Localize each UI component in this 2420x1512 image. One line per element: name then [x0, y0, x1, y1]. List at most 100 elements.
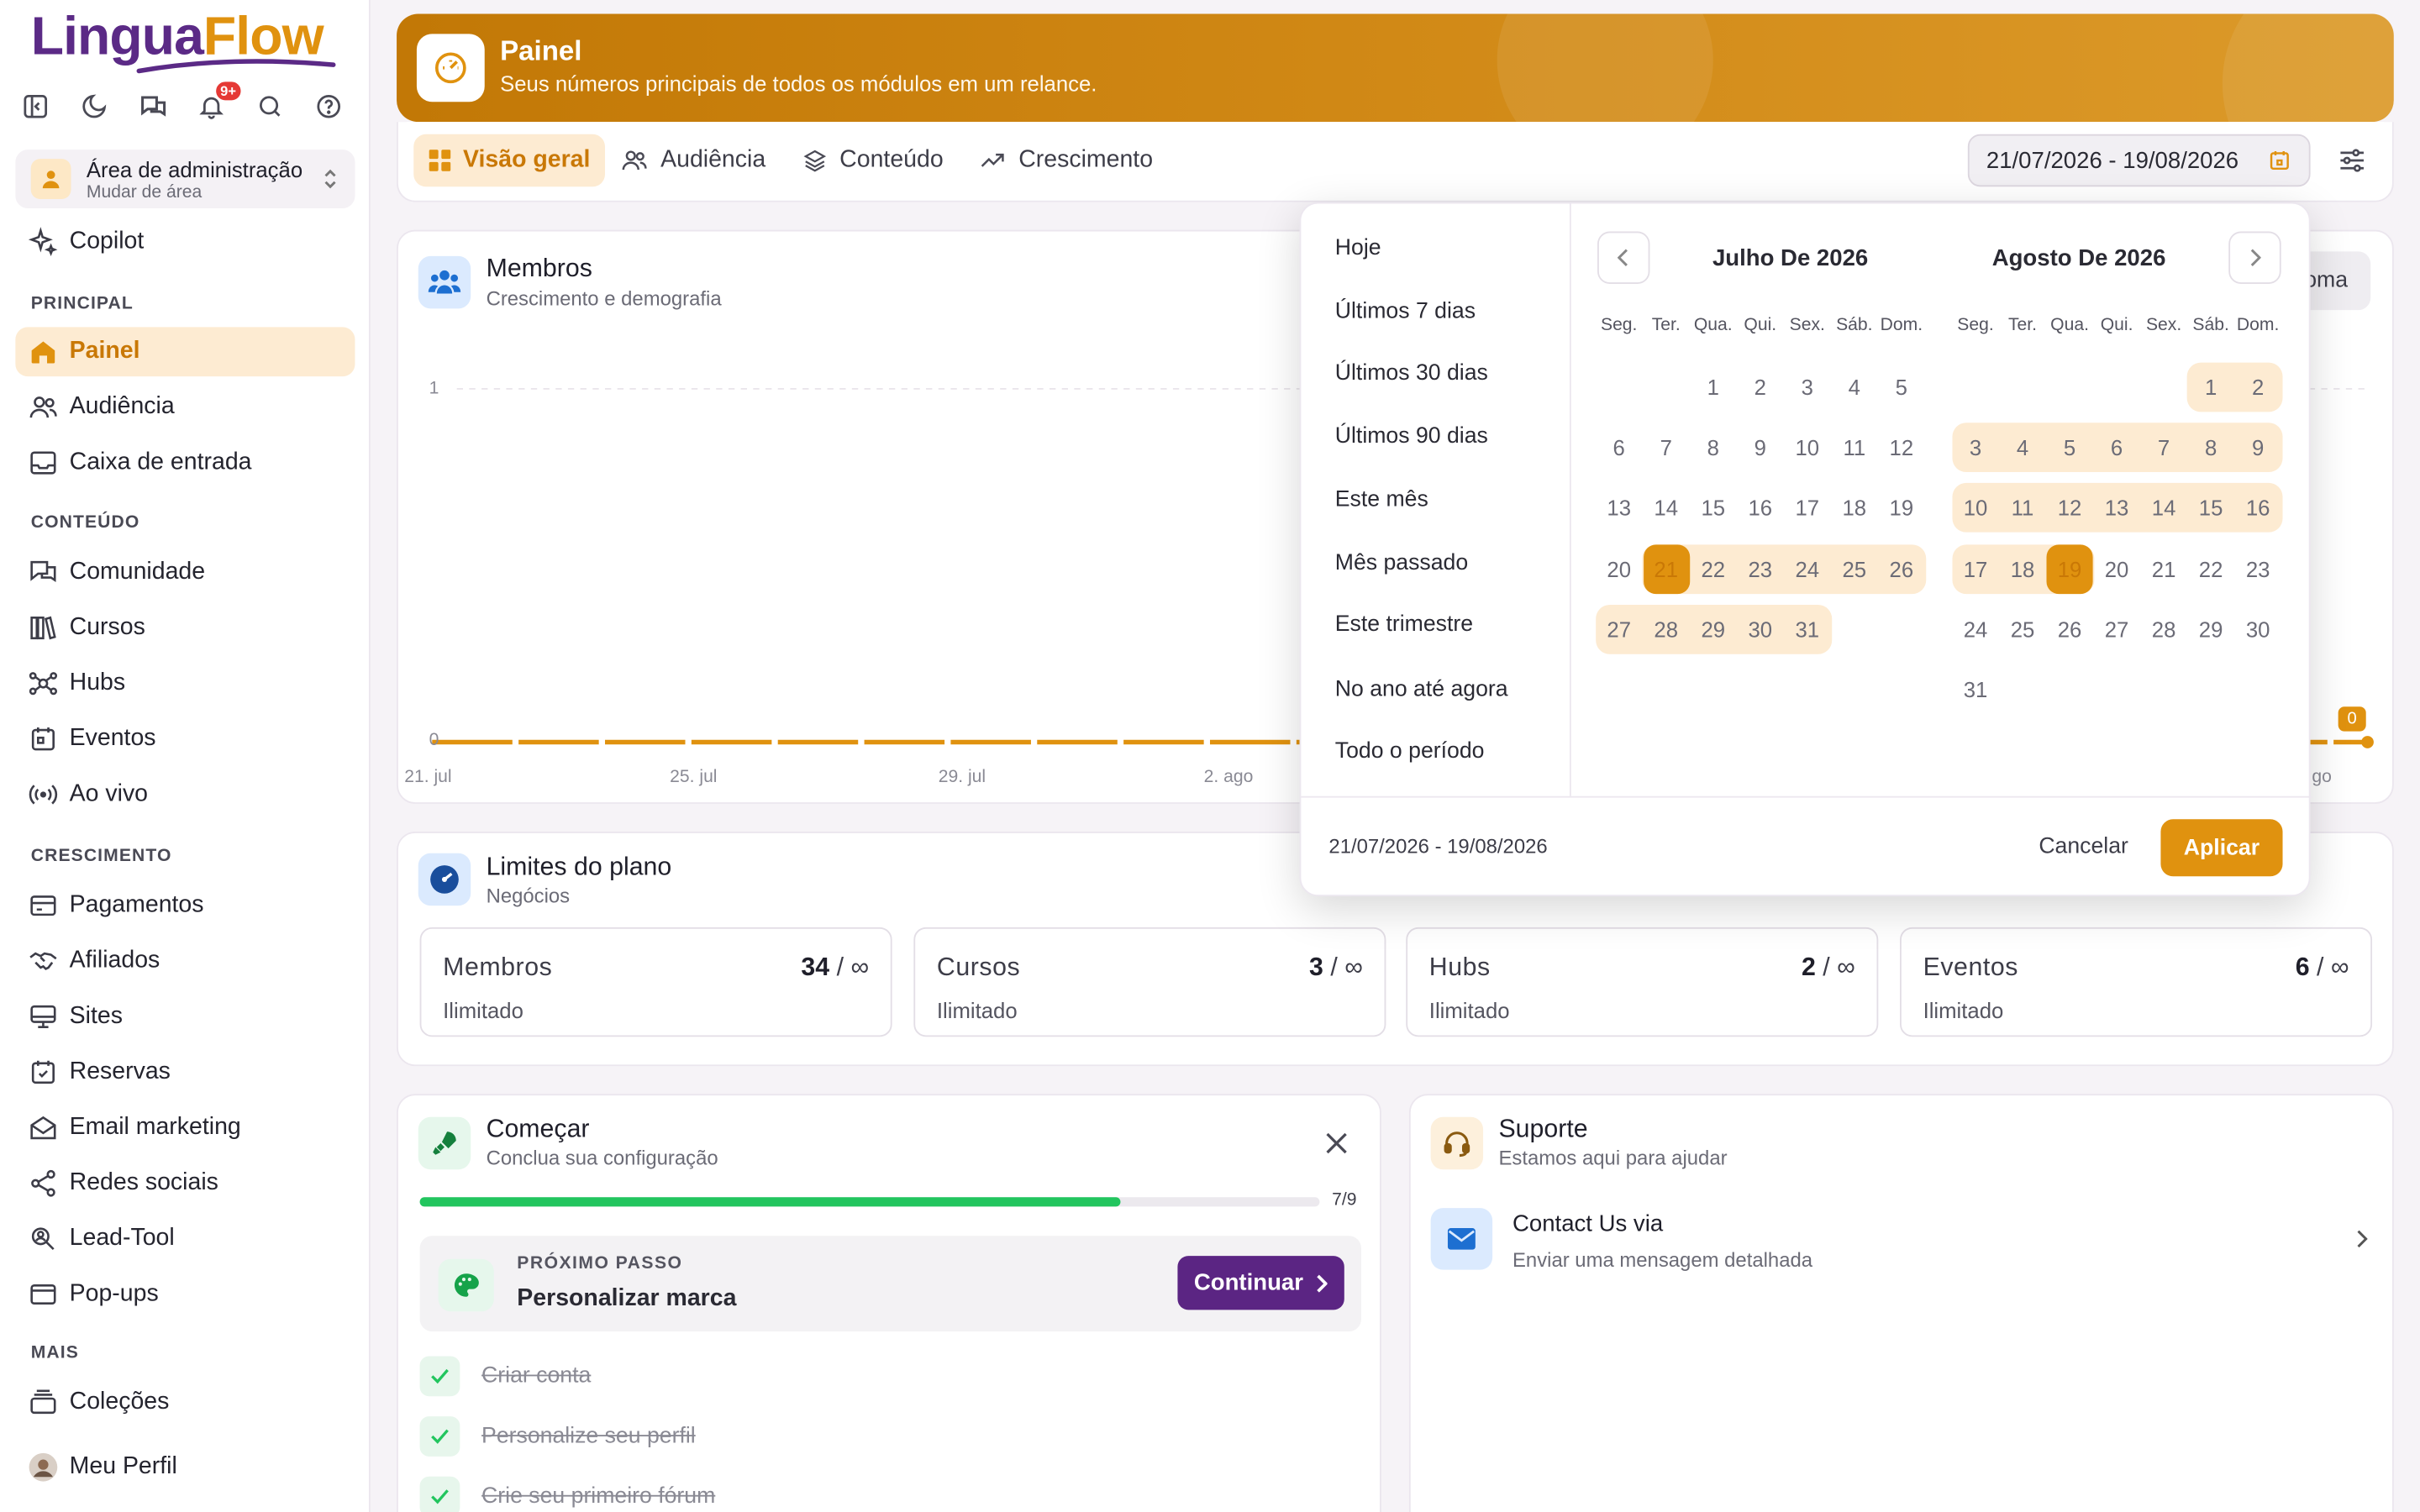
calendar-day[interactable]: 1 — [2188, 363, 2234, 412]
calendar-day[interactable]: 14 — [1643, 484, 1689, 533]
calendar-day[interactable]: 22 — [1690, 544, 1736, 594]
calendar-day[interactable]: 2 — [2235, 363, 2281, 412]
preset-30-dias[interactable]: Últimos 30 dias — [1335, 361, 1488, 386]
preset-mes-passado[interactable]: Mês passado — [1335, 551, 1468, 575]
calendar-day[interactable]: 3 — [1784, 363, 1830, 412]
sidebar-item-ao-vivo[interactable]: Ao vivo — [15, 770, 355, 820]
calendar-day[interactable]: 7 — [2141, 423, 2187, 473]
calendar-day[interactable]: 26 — [2047, 605, 2093, 654]
calendar-day[interactable]: 22 — [2188, 544, 2234, 594]
calendar-day[interactable]: 27 — [1596, 605, 1642, 654]
collapse-sidebar-icon[interactable] — [18, 90, 52, 123]
sidebar-item-eventos[interactable]: Eventos — [15, 714, 355, 764]
calendar-day[interactable]: 9 — [2235, 423, 2281, 473]
chat-icon[interactable] — [136, 90, 170, 123]
calendar-day[interactable]: 1 — [1690, 363, 1736, 412]
sidebar-item-reservas[interactable]: Reservas — [15, 1047, 355, 1097]
sidebar-item-lead-tool[interactable]: Lead-Tool — [15, 1215, 355, 1264]
filters-icon[interactable] — [2337, 145, 2368, 176]
search-icon[interactable] — [253, 90, 287, 123]
calendar-day[interactable]: 10 — [1784, 423, 1830, 473]
calendar-day[interactable]: 29 — [1690, 605, 1736, 654]
calendar-day[interactable]: 31 — [1784, 605, 1830, 654]
calendar-day[interactable]: 12 — [1878, 423, 1924, 473]
tab-visao-geral[interactable]: Visão geral — [413, 134, 606, 187]
cancel-button[interactable]: Cancelar — [2039, 835, 2128, 859]
checklist-item[interactable]: Personalize seu perfil — [419, 1416, 696, 1457]
checklist-item[interactable]: Crie seu primeiro fórum — [419, 1476, 715, 1512]
calendar-day[interactable]: 28 — [2141, 605, 2187, 654]
calendar-day[interactable]: 17 — [1952, 544, 1998, 594]
help-icon[interactable] — [312, 90, 345, 123]
calendar-day[interactable]: 31 — [1952, 665, 1998, 715]
calendar-day[interactable]: 15 — [2188, 484, 2234, 533]
calendar-day[interactable]: 25 — [1831, 544, 1877, 594]
calendar-day[interactable]: 26 — [1878, 544, 1924, 594]
apply-button[interactable]: Aplicar — [2160, 819, 2283, 877]
calendar-day[interactable]: 24 — [1784, 544, 1830, 594]
calendar-day[interactable]: 19 — [2046, 543, 2093, 594]
close-icon[interactable] — [1326, 1132, 1348, 1154]
calendar-day[interactable]: 23 — [1737, 544, 1783, 594]
preset-este-trimestre[interactable]: Este trimestre — [1335, 612, 1473, 637]
calendar-day[interactable]: 18 — [1831, 484, 1877, 533]
calendar-day[interactable]: 3 — [1952, 423, 1998, 473]
calendar-day[interactable]: 8 — [1690, 423, 1736, 473]
calendar-day[interactable]: 27 — [2094, 605, 2140, 654]
contact-us-row[interactable]: Contact Us via Enviar uma mensagem detal… — [1411, 1194, 2396, 1287]
tab-conteudo[interactable]: Conteúdo — [787, 134, 959, 186]
calendar-day[interactable]: 20 — [1596, 544, 1642, 594]
calendar-day[interactable]: 18 — [1999, 544, 2045, 594]
preset-90-dias[interactable]: Últimos 90 dias — [1335, 424, 1488, 449]
calendar-day[interactable]: 5 — [2047, 423, 2093, 473]
calendar-day[interactable]: 4 — [1831, 363, 1877, 412]
sidebar-item-email-marketing[interactable]: Email marketing — [15, 1103, 355, 1152]
area-switcher[interactable]: Área de administração Mudar de área — [15, 150, 355, 208]
preset-ano-ate-agora[interactable]: No ano até agora — [1335, 677, 1508, 701]
continue-button[interactable]: Continuar — [1177, 1256, 1344, 1310]
calendar-day[interactable]: 10 — [1952, 484, 1998, 533]
calendar-day[interactable]: 24 — [1952, 605, 1998, 654]
calendar-day[interactable]: 21 — [1643, 543, 1690, 594]
sidebar-item-afiliados[interactable]: Afiliados — [15, 937, 355, 986]
tab-crescimento[interactable]: Crescimento — [963, 134, 1168, 186]
calendar-day[interactable]: 29 — [2188, 605, 2234, 654]
calendar-day[interactable]: 6 — [2094, 423, 2140, 473]
sidebar-item-painel[interactable]: Painel — [15, 327, 355, 377]
calendar-day[interactable]: 7 — [1643, 423, 1689, 473]
calendar-day[interactable]: 2 — [1737, 363, 1783, 412]
sidebar-item-pagamentos[interactable]: Pagamentos — [15, 881, 355, 931]
sidebar-item-copilot[interactable]: Copilot — [15, 218, 355, 267]
notifications-icon[interactable]: 9+ — [194, 81, 241, 123]
checklist-item[interactable]: Criar conta — [419, 1356, 591, 1397]
calendar-day[interactable]: 12 — [2047, 484, 2093, 533]
calendar-day[interactable]: 25 — [1999, 605, 2045, 654]
calendar-day[interactable]: 30 — [2235, 605, 2281, 654]
sidebar-item-pop-ups[interactable]: Pop-ups — [15, 1270, 355, 1320]
date-range-button[interactable]: 21/07/2026 - 19/08/2026 — [1967, 134, 2311, 187]
sidebar-item-caixa-entrada[interactable]: Caixa de entrada — [15, 438, 355, 488]
calendar-day[interactable]: 20 — [2094, 544, 2140, 594]
calendar-day[interactable]: 21 — [2141, 544, 2187, 594]
calendar-day[interactable]: 4 — [1999, 423, 2045, 473]
calendar-day[interactable]: 28 — [1643, 605, 1689, 654]
calendar-day[interactable]: 14 — [2141, 484, 2187, 533]
preset-este-mes[interactable]: Este mês — [1335, 487, 1428, 512]
calendar-day[interactable]: 15 — [1690, 484, 1736, 533]
calendar-day[interactable]: 13 — [1596, 484, 1642, 533]
sidebar-item-colecoes[interactable]: Coleções — [15, 1378, 355, 1427]
sidebar-item-sites[interactable]: Sites — [15, 992, 355, 1042]
calendar-day[interactable]: 8 — [2188, 423, 2234, 473]
sidebar-item-cursos[interactable]: Cursos — [15, 603, 355, 653]
preset-todo-periodo[interactable]: Todo o período — [1335, 739, 1485, 764]
calendar-day[interactable]: 23 — [2235, 544, 2281, 594]
calendar-day[interactable]: 17 — [1784, 484, 1830, 533]
sidebar-item-meu-perfil[interactable]: Meu Perfil — [15, 1442, 355, 1492]
calendar-day[interactable]: 5 — [1878, 363, 1924, 412]
calendar-day[interactable]: 11 — [1831, 423, 1877, 473]
calendar-day[interactable]: 6 — [1596, 423, 1642, 473]
calendar-day[interactable]: 16 — [1737, 484, 1783, 533]
dark-mode-icon[interactable] — [77, 90, 111, 123]
sidebar-item-redes-sociais[interactable]: Redes sociais — [15, 1158, 355, 1208]
calendar-day[interactable]: 9 — [1737, 423, 1783, 473]
